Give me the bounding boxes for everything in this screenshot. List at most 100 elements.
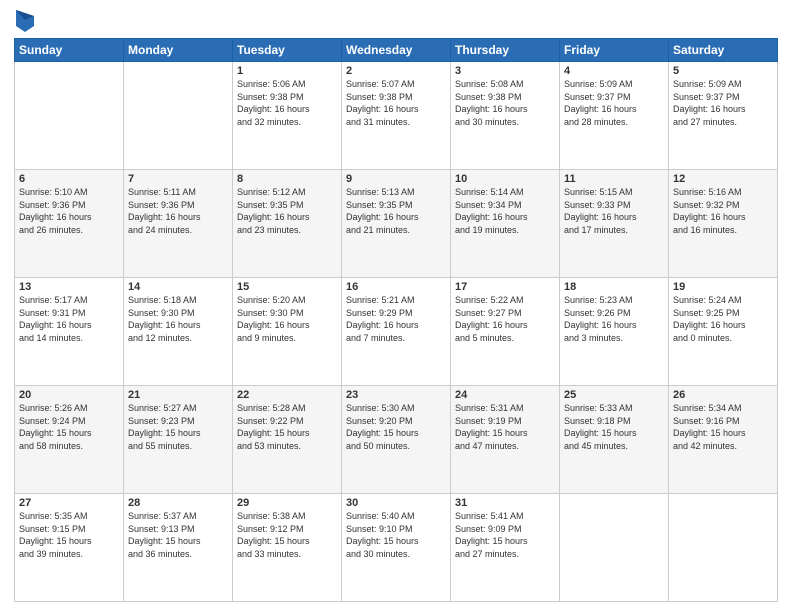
calendar-cell: 6Sunrise: 5:10 AM Sunset: 9:36 PM Daylig… [15, 170, 124, 278]
calendar-cell: 20Sunrise: 5:26 AM Sunset: 9:24 PM Dayli… [15, 386, 124, 494]
calendar-cell: 26Sunrise: 5:34 AM Sunset: 9:16 PM Dayli… [669, 386, 778, 494]
weekday-header: Monday [124, 39, 233, 62]
calendar-week-row: 27Sunrise: 5:35 AM Sunset: 9:15 PM Dayli… [15, 494, 778, 602]
day-number: 11 [564, 173, 664, 185]
calendar-cell: 9Sunrise: 5:13 AM Sunset: 9:35 PM Daylig… [342, 170, 451, 278]
day-number: 10 [455, 173, 555, 185]
day-info: Sunrise: 5:08 AM Sunset: 9:38 PM Dayligh… [455, 78, 555, 128]
day-info: Sunrise: 5:37 AM Sunset: 9:13 PM Dayligh… [128, 510, 228, 560]
day-number: 18 [564, 281, 664, 293]
day-info: Sunrise: 5:17 AM Sunset: 9:31 PM Dayligh… [19, 294, 119, 344]
weekday-header: Tuesday [233, 39, 342, 62]
calendar-cell: 27Sunrise: 5:35 AM Sunset: 9:15 PM Dayli… [15, 494, 124, 602]
calendar-cell: 28Sunrise: 5:37 AM Sunset: 9:13 PM Dayli… [124, 494, 233, 602]
day-info: Sunrise: 5:40 AM Sunset: 9:10 PM Dayligh… [346, 510, 446, 560]
calendar-cell [15, 62, 124, 170]
calendar-cell: 25Sunrise: 5:33 AM Sunset: 9:18 PM Dayli… [560, 386, 669, 494]
calendar-cell [669, 494, 778, 602]
day-info: Sunrise: 5:21 AM Sunset: 9:29 PM Dayligh… [346, 294, 446, 344]
day-number: 26 [673, 389, 773, 401]
weekday-header: Friday [560, 39, 669, 62]
day-info: Sunrise: 5:23 AM Sunset: 9:26 PM Dayligh… [564, 294, 664, 344]
day-info: Sunrise: 5:15 AM Sunset: 9:33 PM Dayligh… [564, 186, 664, 236]
weekday-header: Thursday [451, 39, 560, 62]
calendar-week-row: 20Sunrise: 5:26 AM Sunset: 9:24 PM Dayli… [15, 386, 778, 494]
day-number: 7 [128, 173, 228, 185]
day-number: 27 [19, 497, 119, 509]
weekday-header: Saturday [669, 39, 778, 62]
day-info: Sunrise: 5:24 AM Sunset: 9:25 PM Dayligh… [673, 294, 773, 344]
calendar-cell: 23Sunrise: 5:30 AM Sunset: 9:20 PM Dayli… [342, 386, 451, 494]
calendar-cell: 16Sunrise: 5:21 AM Sunset: 9:29 PM Dayli… [342, 278, 451, 386]
calendar-week-row: 13Sunrise: 5:17 AM Sunset: 9:31 PM Dayli… [15, 278, 778, 386]
day-number: 20 [19, 389, 119, 401]
day-info: Sunrise: 5:35 AM Sunset: 9:15 PM Dayligh… [19, 510, 119, 560]
calendar-cell: 12Sunrise: 5:16 AM Sunset: 9:32 PM Dayli… [669, 170, 778, 278]
header [14, 10, 778, 32]
day-info: Sunrise: 5:11 AM Sunset: 9:36 PM Dayligh… [128, 186, 228, 236]
calendar-cell: 15Sunrise: 5:20 AM Sunset: 9:30 PM Dayli… [233, 278, 342, 386]
calendar-cell: 1Sunrise: 5:06 AM Sunset: 9:38 PM Daylig… [233, 62, 342, 170]
day-number: 4 [564, 65, 664, 77]
day-info: Sunrise: 5:10 AM Sunset: 9:36 PM Dayligh… [19, 186, 119, 236]
day-info: Sunrise: 5:09 AM Sunset: 9:37 PM Dayligh… [564, 78, 664, 128]
calendar-cell: 31Sunrise: 5:41 AM Sunset: 9:09 PM Dayli… [451, 494, 560, 602]
day-info: Sunrise: 5:41 AM Sunset: 9:09 PM Dayligh… [455, 510, 555, 560]
day-info: Sunrise: 5:26 AM Sunset: 9:24 PM Dayligh… [19, 402, 119, 452]
day-number: 14 [128, 281, 228, 293]
day-number: 3 [455, 65, 555, 77]
day-number: 12 [673, 173, 773, 185]
calendar-cell: 7Sunrise: 5:11 AM Sunset: 9:36 PM Daylig… [124, 170, 233, 278]
day-info: Sunrise: 5:13 AM Sunset: 9:35 PM Dayligh… [346, 186, 446, 236]
day-info: Sunrise: 5:09 AM Sunset: 9:37 PM Dayligh… [673, 78, 773, 128]
day-number: 9 [346, 173, 446, 185]
calendar-cell: 8Sunrise: 5:12 AM Sunset: 9:35 PM Daylig… [233, 170, 342, 278]
calendar-cell: 21Sunrise: 5:27 AM Sunset: 9:23 PM Dayli… [124, 386, 233, 494]
day-number: 28 [128, 497, 228, 509]
logo-icon [16, 10, 34, 32]
day-info: Sunrise: 5:30 AM Sunset: 9:20 PM Dayligh… [346, 402, 446, 452]
calendar-cell: 19Sunrise: 5:24 AM Sunset: 9:25 PM Dayli… [669, 278, 778, 386]
calendar-cell: 14Sunrise: 5:18 AM Sunset: 9:30 PM Dayli… [124, 278, 233, 386]
day-info: Sunrise: 5:16 AM Sunset: 9:32 PM Dayligh… [673, 186, 773, 236]
day-number: 25 [564, 389, 664, 401]
calendar-cell: 2Sunrise: 5:07 AM Sunset: 9:38 PM Daylig… [342, 62, 451, 170]
day-number: 24 [455, 389, 555, 401]
weekday-header: Wednesday [342, 39, 451, 62]
day-info: Sunrise: 5:14 AM Sunset: 9:34 PM Dayligh… [455, 186, 555, 236]
calendar-cell [124, 62, 233, 170]
day-info: Sunrise: 5:34 AM Sunset: 9:16 PM Dayligh… [673, 402, 773, 452]
logo [14, 10, 34, 32]
calendar-cell: 30Sunrise: 5:40 AM Sunset: 9:10 PM Dayli… [342, 494, 451, 602]
calendar-cell [560, 494, 669, 602]
day-number: 17 [455, 281, 555, 293]
weekday-header: Sunday [15, 39, 124, 62]
day-info: Sunrise: 5:12 AM Sunset: 9:35 PM Dayligh… [237, 186, 337, 236]
calendar-cell: 22Sunrise: 5:28 AM Sunset: 9:22 PM Dayli… [233, 386, 342, 494]
day-number: 6 [19, 173, 119, 185]
day-info: Sunrise: 5:06 AM Sunset: 9:38 PM Dayligh… [237, 78, 337, 128]
day-info: Sunrise: 5:20 AM Sunset: 9:30 PM Dayligh… [237, 294, 337, 344]
day-number: 1 [237, 65, 337, 77]
day-number: 31 [455, 497, 555, 509]
day-number: 30 [346, 497, 446, 509]
calendar-week-row: 1Sunrise: 5:06 AM Sunset: 9:38 PM Daylig… [15, 62, 778, 170]
day-number: 23 [346, 389, 446, 401]
calendar-cell: 4Sunrise: 5:09 AM Sunset: 9:37 PM Daylig… [560, 62, 669, 170]
page: SundayMondayTuesdayWednesdayThursdayFrid… [0, 0, 792, 612]
day-number: 19 [673, 281, 773, 293]
day-info: Sunrise: 5:31 AM Sunset: 9:19 PM Dayligh… [455, 402, 555, 452]
day-number: 16 [346, 281, 446, 293]
day-info: Sunrise: 5:07 AM Sunset: 9:38 PM Dayligh… [346, 78, 446, 128]
day-info: Sunrise: 5:38 AM Sunset: 9:12 PM Dayligh… [237, 510, 337, 560]
calendar-cell: 18Sunrise: 5:23 AM Sunset: 9:26 PM Dayli… [560, 278, 669, 386]
day-info: Sunrise: 5:18 AM Sunset: 9:30 PM Dayligh… [128, 294, 228, 344]
day-info: Sunrise: 5:33 AM Sunset: 9:18 PM Dayligh… [564, 402, 664, 452]
calendar-cell: 13Sunrise: 5:17 AM Sunset: 9:31 PM Dayli… [15, 278, 124, 386]
day-info: Sunrise: 5:27 AM Sunset: 9:23 PM Dayligh… [128, 402, 228, 452]
day-info: Sunrise: 5:22 AM Sunset: 9:27 PM Dayligh… [455, 294, 555, 344]
day-info: Sunrise: 5:28 AM Sunset: 9:22 PM Dayligh… [237, 402, 337, 452]
day-number: 21 [128, 389, 228, 401]
day-number: 13 [19, 281, 119, 293]
calendar-cell: 5Sunrise: 5:09 AM Sunset: 9:37 PM Daylig… [669, 62, 778, 170]
